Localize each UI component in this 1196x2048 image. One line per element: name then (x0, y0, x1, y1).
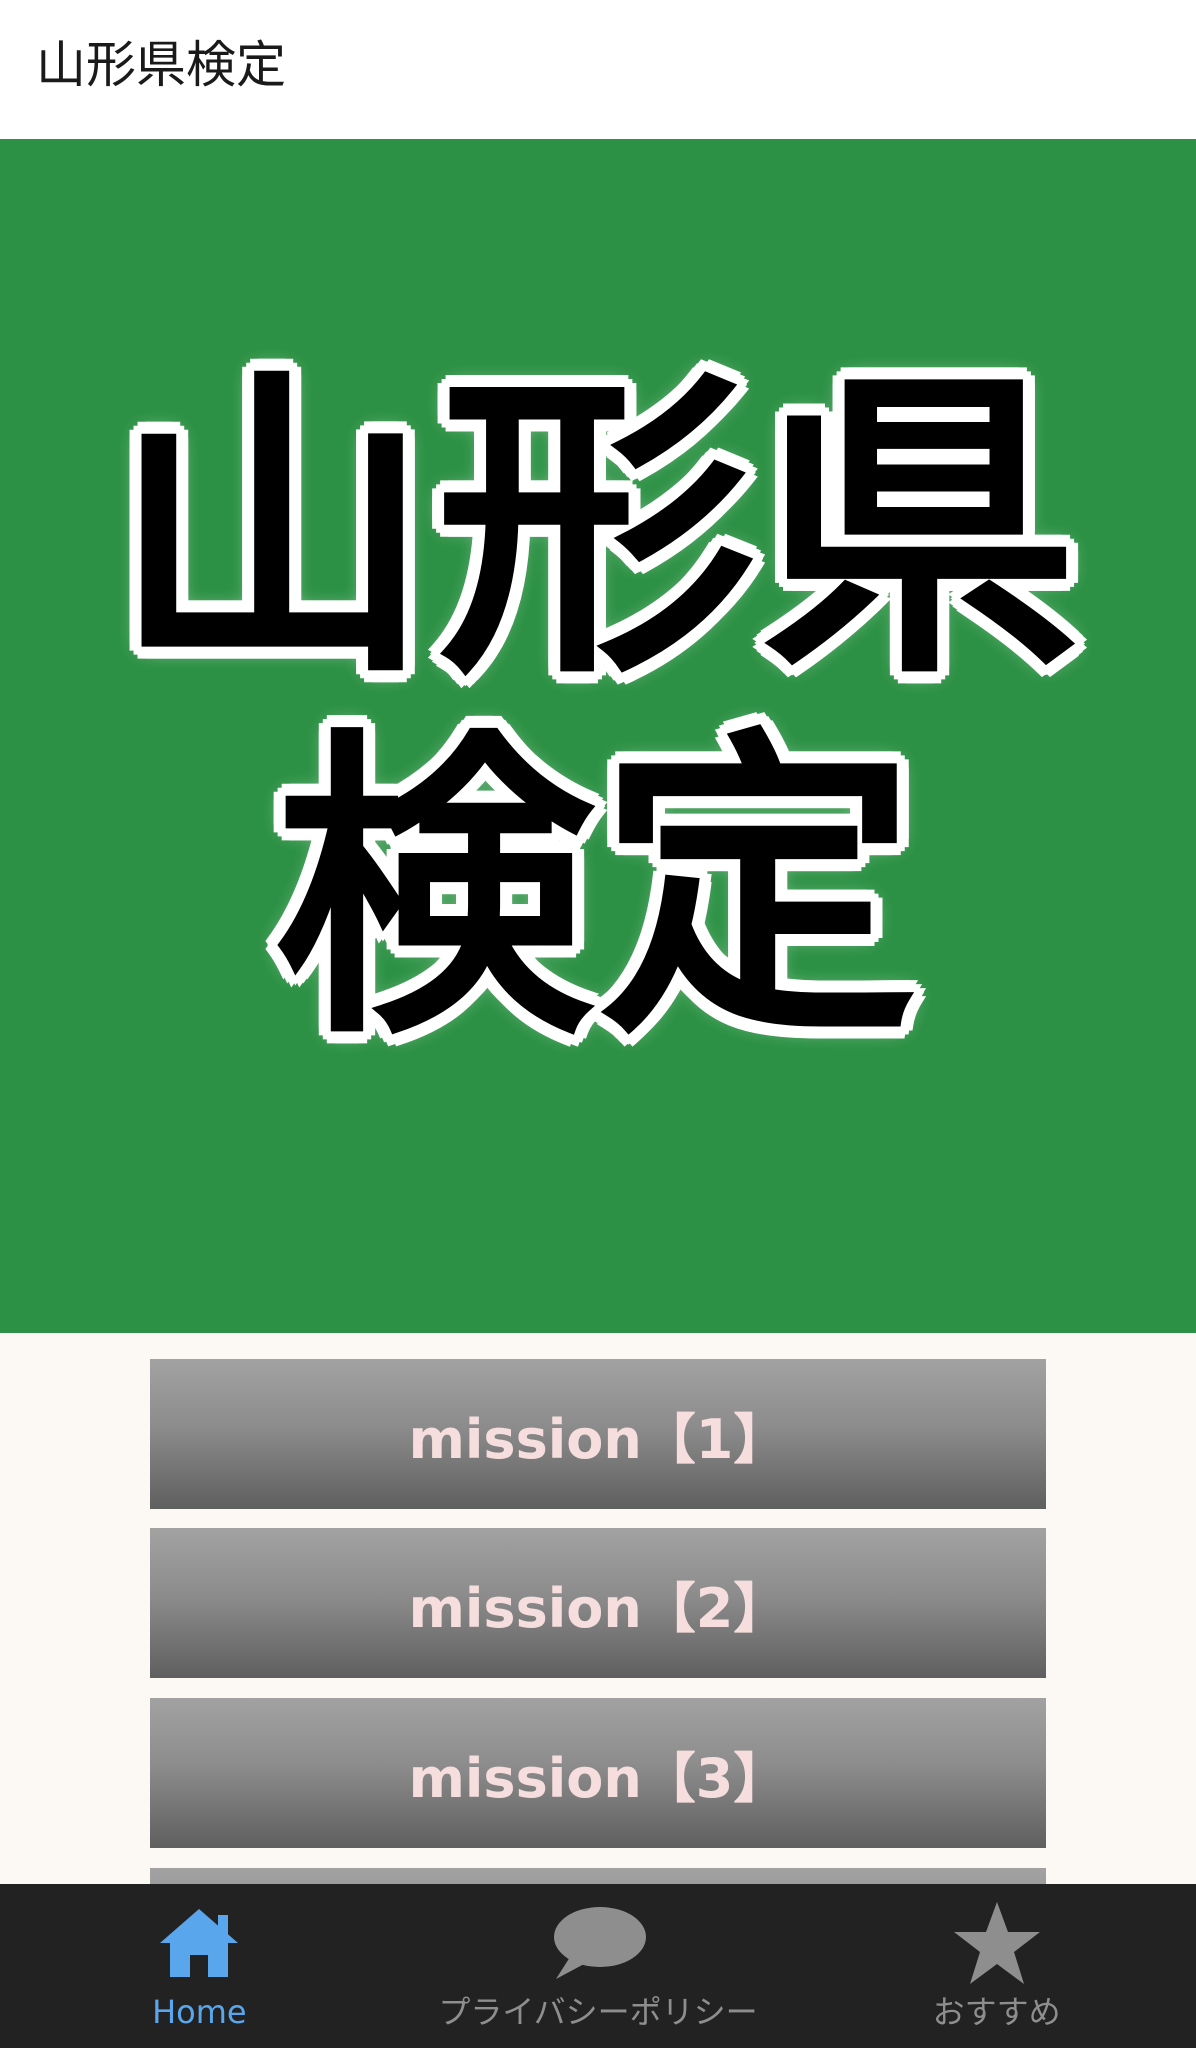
banner-image: 山形県 検定 (0, 139, 1196, 1333)
banner-line-1: 山形県 (112, 345, 1084, 717)
mission-1-label: mission【1】 (408, 1407, 788, 1471)
mission-2-button[interactable]: mission【2】 (150, 1528, 1046, 1678)
app-bar: 山形県検定 (0, 0, 1196, 139)
nav-label-privacy-policy: プライバシーポリシー (438, 1993, 758, 2031)
banner-logo-text: 山形県 検定 (0, 139, 1196, 1333)
nav-item-recommended[interactable]: おすすめ (797, 1884, 1196, 2048)
mission-1-button[interactable]: mission【1】 (150, 1359, 1046, 1509)
nav-item-home[interactable]: Home (0, 1884, 399, 2048)
mission-2-label: mission【2】 (408, 1576, 788, 1640)
nav-item-privacy-policy[interactable]: プライバシーポリシー (399, 1884, 798, 2048)
nav-label-recommended: おすすめ (932, 1993, 1061, 2031)
nav-label-home: Home (152, 1993, 247, 2031)
home-icon (156, 1904, 242, 1982)
chat-bubble-icon (548, 1904, 648, 1982)
mission-3-button[interactable]: mission【3】 (150, 1698, 1046, 1848)
banner-line-2: 検定 (274, 705, 922, 1077)
mission-3-label: mission【3】 (408, 1746, 788, 1810)
star-icon (952, 1902, 1042, 1984)
page-title: 山形県検定 (36, 36, 286, 94)
bottom-navigation: Home プライバシーポリシー おすすめ (0, 1884, 1196, 2048)
